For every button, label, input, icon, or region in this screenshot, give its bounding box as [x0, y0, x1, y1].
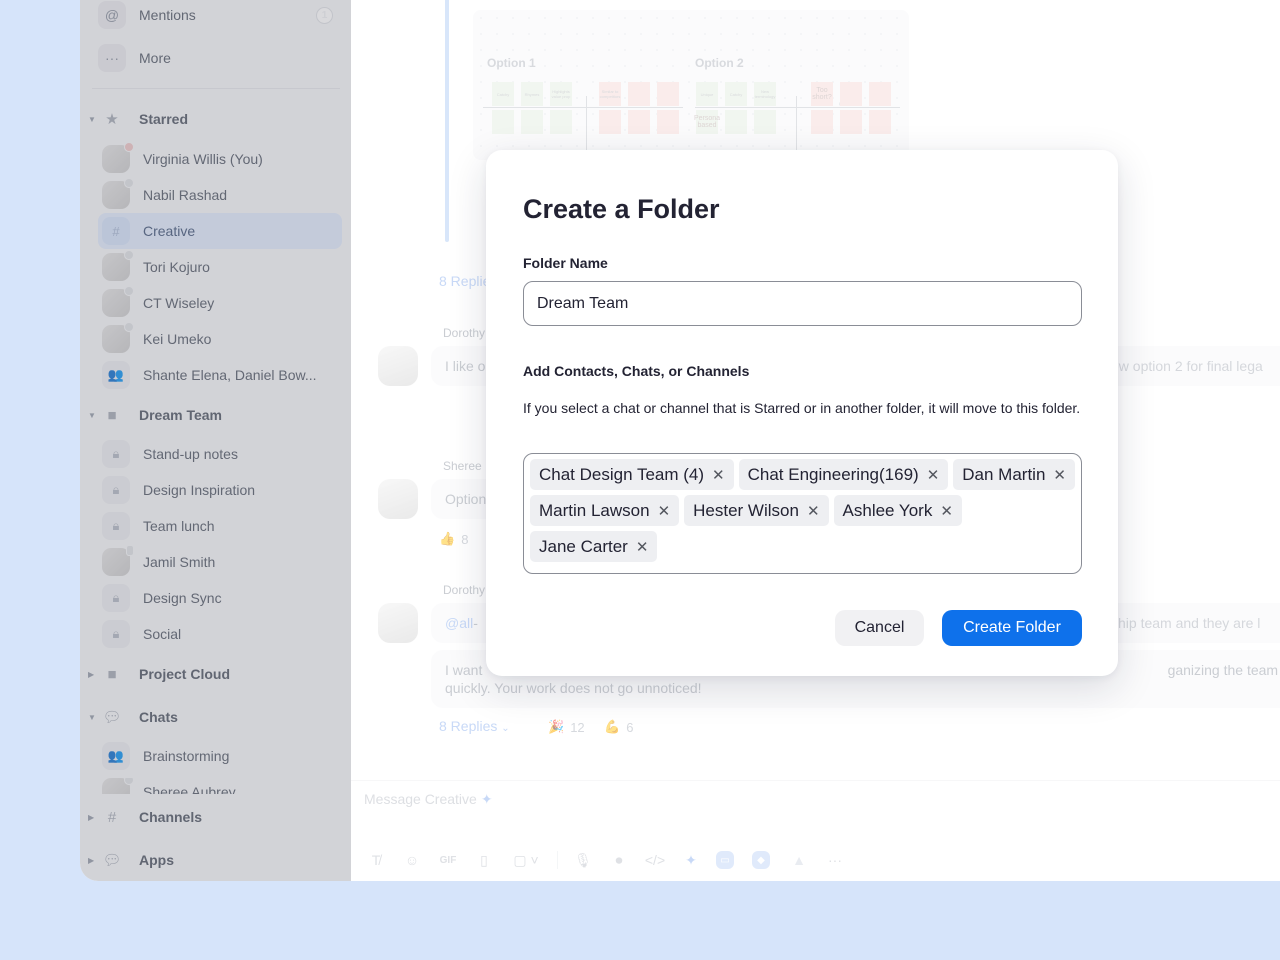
cancel-button[interactable]: Cancel: [835, 610, 924, 646]
chip-label: Ashlee York: [842, 500, 933, 520]
chip-label: Jane Carter: [539, 536, 628, 556]
create-folder-button[interactable]: Create Folder: [942, 610, 1082, 646]
folder-name-input[interactable]: [523, 281, 1082, 326]
chip: Ashlee York ✕: [833, 495, 962, 526]
chip: Hester Wilson ✕: [684, 495, 829, 526]
chip: Jane Carter ✕: [530, 531, 658, 562]
folder-name-label: Folder Name: [523, 255, 608, 271]
remove-chip-icon[interactable]: ✕: [658, 502, 671, 520]
helper-text: If you select a chat or channel that is …: [523, 400, 1081, 416]
remove-chip-icon[interactable]: ✕: [636, 538, 649, 556]
chip: Chat Engineering(169) ✕: [738, 459, 949, 490]
remove-chip-icon[interactable]: ✕: [712, 466, 725, 484]
chip-label: Dan Martin: [962, 464, 1046, 484]
remove-chip-icon[interactable]: ✕: [927, 466, 940, 484]
contacts-picker[interactable]: Chat Design Team (4) ✕ Chat Engineering(1…: [523, 453, 1082, 574]
chip: Chat Design Team (4) ✕: [530, 459, 734, 490]
remove-chip-icon[interactable]: ✕: [1053, 466, 1066, 484]
remove-chip-icon[interactable]: ✕: [940, 502, 953, 520]
dialog-title: Create a Folder: [523, 194, 720, 224]
remove-chip-icon[interactable]: ✕: [807, 502, 820, 520]
chip-label: Hester Wilson: [693, 500, 799, 520]
chip-label: Chat Engineering(169): [747, 464, 919, 484]
chip: Martin Lawson ✕: [530, 495, 680, 526]
create-folder-dialog: Create a Folder Folder Name Add Contacts…: [486, 150, 1118, 676]
chip-label: Martin Lawson: [539, 500, 650, 520]
add-contacts-label: Add Contacts, Chats, or Channels: [523, 363, 750, 379]
chip-label: Chat Design Team (4): [539, 464, 705, 484]
chip: Dan Martin ✕: [953, 459, 1075, 490]
modal-backdrop-sidebar: [80, 0, 351, 881]
